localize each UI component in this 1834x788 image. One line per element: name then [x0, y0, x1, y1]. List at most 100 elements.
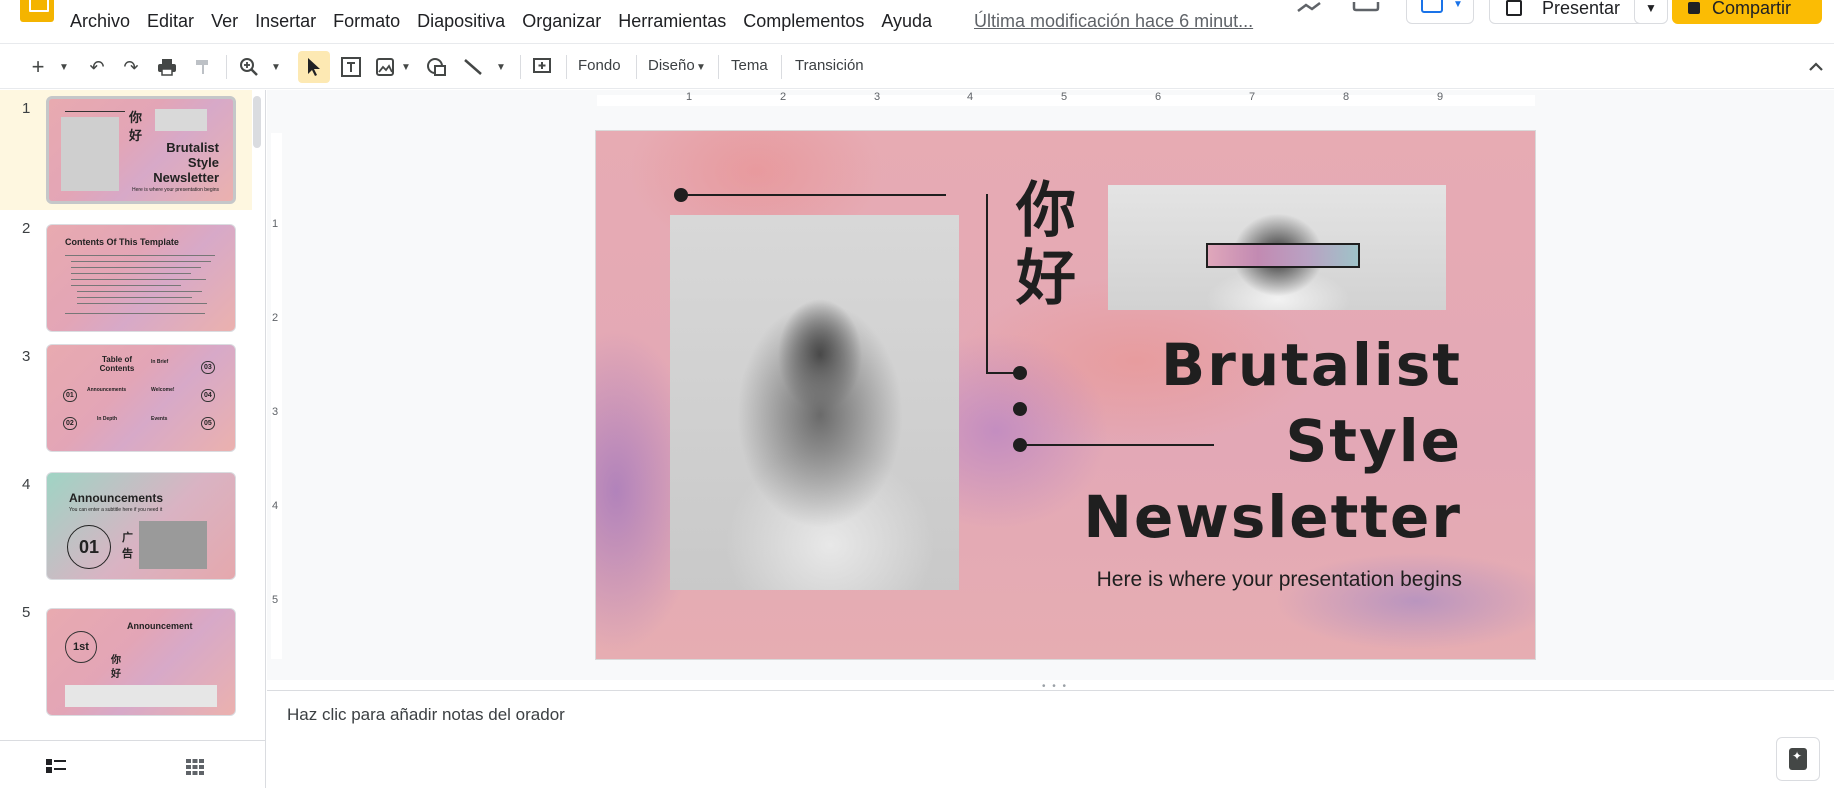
slide-thumbnail[interactable]: Announcements You can enter a subtitle h…: [46, 472, 236, 580]
layout-chevron-icon[interactable]: ▼: [694, 54, 708, 80]
last-modified-link[interactable]: Última modificación hace 6 minut...: [974, 11, 1253, 32]
thumb-hanzi: 你: [111, 655, 121, 666]
ruler-number: 8: [1343, 91, 1350, 103]
filmstrip-scrollbar[interactable]: [253, 96, 261, 148]
transition-button[interactable]: Transición: [795, 57, 864, 74]
slides-logo-icon[interactable]: [20, 0, 54, 22]
line-icon[interactable]: [460, 54, 486, 80]
slide-subtitle[interactable]: Here is where your presentation begins: [1036, 568, 1462, 592]
hanzi-hao[interactable]: 好: [1016, 249, 1076, 309]
thumb-title: Announcement: [127, 621, 193, 631]
thumb-text-line: [71, 261, 211, 262]
redo-icon[interactable]: ↷: [118, 54, 144, 80]
filmstrip-item-1[interactable]: 1 你 好 Brutalist Style Newsletter Here is…: [0, 90, 252, 210]
zoom-icon[interactable]: [236, 54, 262, 80]
connector-line: [681, 194, 946, 196]
ruler-number: 3: [874, 91, 881, 103]
title-line-newsletter[interactable]: Newsletter: [1083, 488, 1462, 546]
grid-view-icon[interactable]: [186, 759, 204, 780]
slide-thumbnail[interactable]: 你 好 Brutalist Style Newsletter Here is w…: [46, 96, 236, 204]
thumb-line: [65, 111, 125, 112]
present-options-button[interactable]: ▼: [1634, 0, 1668, 24]
toolbar-divider: [718, 55, 719, 79]
thumb-label: Welcome!: [151, 387, 175, 393]
toolbar-divider: [566, 55, 567, 79]
slide-filmstrip: 1 你 好 Brutalist Style Newsletter Here is…: [0, 90, 266, 740]
layout-button[interactable]: Diseño: [648, 57, 695, 74]
thumb-badge: 05: [201, 417, 215, 430]
thumb-label: Announcements: [87, 387, 127, 393]
filmstrip-item-5[interactable]: 5 Announcement 1st 你 好: [0, 594, 252, 716]
ruler-number: 5: [272, 594, 279, 606]
thumb-title-line: Newsletter: [153, 170, 219, 185]
theme-button[interactable]: Tema: [731, 57, 768, 74]
thumb-hanzi: 你: [129, 110, 143, 125]
menu-herramientas[interactable]: Herramientas: [618, 11, 726, 32]
thumb-hanzi: 好: [129, 128, 143, 143]
slide-number: 2: [22, 220, 31, 237]
thumb-label: In Brief: [151, 359, 169, 365]
print-icon[interactable]: [154, 54, 180, 80]
ruler-number: 2: [272, 312, 279, 324]
new-slide-icon[interactable]: +: [26, 54, 50, 80]
current-slide[interactable]: 你 好 Brutalist Style Newsletter Here is w…: [596, 131, 1535, 659]
speaker-notes-placeholder[interactable]: Haz clic para añadir notas del orador: [287, 705, 565, 725]
menu-complementos[interactable]: Complementos: [743, 11, 864, 32]
filmstrip-item-3[interactable]: 3 Table of Contents 03 01 04 02 05 Annou…: [0, 338, 252, 458]
title-line-brutalist[interactable]: Brutalist: [1161, 336, 1462, 394]
shape-icon[interactable]: [424, 54, 450, 80]
new-slide-layout-chevron-icon[interactable]: ▼: [56, 54, 72, 80]
text-box-icon[interactable]: [338, 54, 364, 80]
thumb-hanzi: 好: [111, 669, 121, 680]
filmstrip-item-2[interactable]: 2 Contents Of This Template: [0, 210, 252, 332]
menu-diapositiva[interactable]: Diapositiva: [417, 11, 505, 32]
present-button[interactable]: Presentar: [1489, 0, 1646, 24]
activity-trend-icon[interactable]: [1296, 0, 1326, 18]
meet-button[interactable]: ▼: [1406, 0, 1474, 24]
thumb-badge: 04: [201, 389, 215, 402]
toolbar-divider: [781, 55, 782, 79]
menu-archivo[interactable]: Archivo: [70, 11, 130, 32]
assistant-button[interactable]: [1776, 737, 1820, 781]
slide-thumbnail[interactable]: Contents Of This Template: [46, 224, 236, 332]
image-chevron-icon[interactable]: ▼: [399, 54, 413, 80]
comments-icon[interactable]: [1352, 0, 1382, 18]
menu-ayuda[interactable]: Ayuda: [881, 11, 932, 32]
filmstrip-view-icon[interactable]: [46, 759, 66, 778]
present-label: Presentar: [1542, 0, 1621, 18]
thumb-cat-photo: [61, 117, 119, 191]
slide-thumbnail[interactable]: Announcement 1st 你 好: [46, 608, 236, 716]
undo-icon[interactable]: ↶: [84, 54, 110, 80]
background-button[interactable]: Fondo: [578, 57, 621, 74]
menu-bar: Archivo Editar Ver Insertar Formato Diap…: [0, 0, 1834, 42]
insert-image-icon[interactable]: [372, 54, 398, 80]
ruler-number: 6: [1155, 91, 1162, 103]
collapse-toolbar-icon[interactable]: [1806, 54, 1826, 80]
cursor-arrow-icon: [303, 54, 325, 80]
zoom-chevron-icon[interactable]: ▼: [268, 54, 284, 80]
thumb-badge: 02: [63, 417, 77, 430]
menu-formato[interactable]: Formato: [333, 11, 400, 32]
ruler-number: 4: [272, 500, 279, 512]
gradient-bar-overlay[interactable]: [1206, 243, 1360, 268]
thumb-text-line: [71, 267, 201, 268]
cat-photo-left[interactable]: [670, 215, 959, 590]
slide-number: 3: [22, 348, 31, 365]
line-chevron-icon[interactable]: ▼: [494, 54, 508, 80]
menu-insertar[interactable]: Insertar: [255, 11, 316, 32]
add-comment-icon[interactable]: [530, 54, 554, 80]
connector-dot: [1013, 366, 1027, 380]
share-button[interactable]: Compartir: [1672, 0, 1822, 24]
view-switcher: [0, 740, 266, 788]
thumb-title: Announcements: [69, 491, 164, 505]
title-line-style[interactable]: Style: [1285, 412, 1462, 470]
menu-organizar[interactable]: Organizar: [522, 11, 601, 32]
ruler-number: 2: [780, 91, 787, 103]
paint-format-icon[interactable]: [190, 54, 216, 80]
thumb-text-line: [77, 297, 192, 298]
hanzi-ni[interactable]: 你: [1016, 181, 1076, 241]
filmstrip-item-4[interactable]: 4 Announcements You can enter a subtitle…: [0, 466, 252, 586]
slide-thumbnail[interactable]: Table of Contents 03 01 04 02 05 Announc…: [46, 344, 236, 452]
menu-ver[interactable]: Ver: [211, 11, 238, 32]
menu-editar[interactable]: Editar: [147, 11, 194, 32]
